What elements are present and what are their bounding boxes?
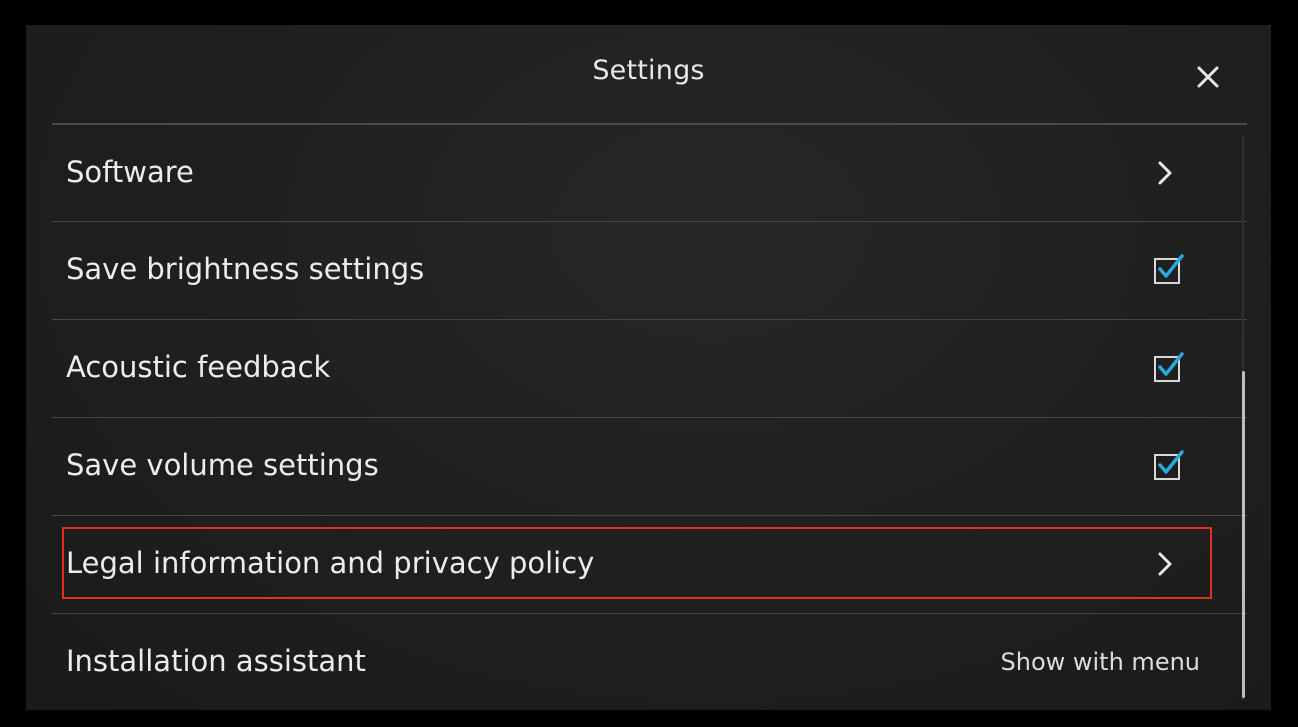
settings-item-label: Save volume settings: [66, 448, 379, 482]
checkbox-checked-icon[interactable]: [1152, 252, 1186, 286]
installation-assistant-value: Show with menu: [1000, 648, 1201, 676]
settings-item-label: Legal information and privacy policy: [66, 546, 595, 580]
settings-item-label: Software: [66, 155, 194, 189]
settings-item-installation-assistant[interactable]: Installation assistant Show with menu: [26, 614, 1246, 710]
settings-item-label: Installation assistant: [66, 644, 366, 678]
page-title: Settings: [592, 55, 705, 86]
settings-item-label: Acoustic feedback: [66, 350, 331, 384]
checkbox-checked-icon[interactable]: [1152, 350, 1186, 384]
settings-item-software[interactable]: Software: [26, 125, 1246, 221]
close-icon: [1197, 66, 1219, 88]
chevron-right-icon: [1158, 552, 1172, 576]
scrollbar-thumb[interactable]: [1242, 371, 1245, 698]
settings-item-label: Save brightness settings: [66, 252, 425, 286]
settings-header: Settings: [26, 25, 1271, 123]
settings-item-legal-information[interactable]: Legal information and privacy policy: [26, 516, 1246, 612]
settings-panel: Settings Software Save brightness settin…: [26, 25, 1271, 710]
settings-item-acoustic-feedback[interactable]: Acoustic feedback: [26, 320, 1246, 416]
settings-item-save-volume[interactable]: Save volume settings: [26, 418, 1246, 514]
settings-item-save-brightness[interactable]: Save brightness settings: [26, 222, 1246, 318]
close-button[interactable]: [1190, 59, 1226, 95]
checkbox-checked-icon[interactable]: [1152, 448, 1186, 482]
chevron-right-icon: [1158, 161, 1172, 185]
